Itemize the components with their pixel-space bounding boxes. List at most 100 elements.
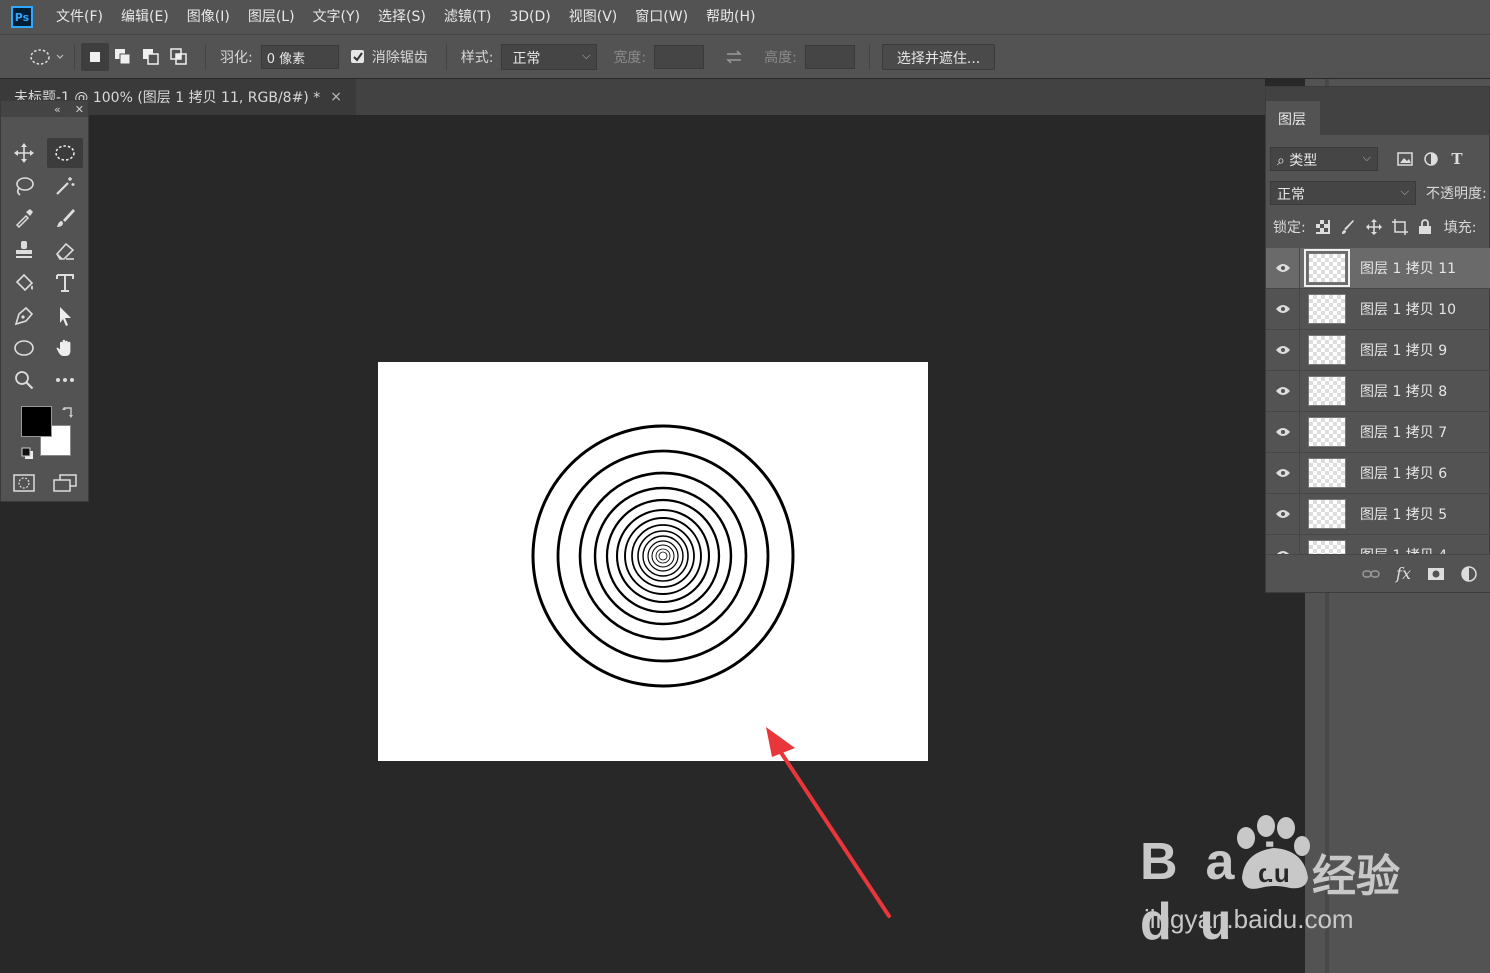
move-tool[interactable] [6,138,42,168]
brush-tool[interactable] [47,203,83,233]
menu-help[interactable]: 帮助(H) [697,0,764,34]
layer-thumbnail [1308,376,1346,406]
close-tab-icon[interactable]: × [330,89,342,105]
add-selection-button[interactable] [109,43,137,71]
screen-mode-button[interactable] [47,468,83,498]
clone-stamp-tool[interactable] [6,235,42,265]
default-colors-icon[interactable] [21,446,35,465]
quick-mask-button[interactable] [6,468,42,498]
antialias-label: 消除锯齿 [371,49,428,66]
zoom-tool[interactable] [6,365,42,395]
type-filter-icon[interactable]: T [1444,145,1470,173]
eyedropper-icon [15,209,33,229]
menu-layer[interactable]: 图层(L) [239,0,304,34]
new-selection-button[interactable] [81,42,109,71]
chevron-down-icon: ⌵ [1400,185,1409,198]
feather-input[interactable]: 0 像素 [260,44,339,69]
chevron-down-icon: ⌵ [582,48,591,62]
visibility-eye-icon[interactable] [1266,411,1300,453]
layer-row[interactable]: 图层 1 拷贝 4 [1266,534,1490,555]
tools-panel-header[interactable]: « ✕ [1,101,88,117]
visibility-eye-icon[interactable] [1266,534,1300,555]
collapse-icon[interactable]: « [54,103,61,116]
visibility-eye-icon[interactable] [1266,370,1300,412]
eraser-tool[interactable] [47,235,83,265]
paint-bucket-tool[interactable] [6,268,42,298]
lock-all-icon[interactable] [1418,219,1432,235]
layer-row[interactable]: 图层 1 拷贝 6 [1266,452,1490,494]
style-select[interactable]: 正常 ⌵ [501,43,598,70]
layer-thumbnail [1308,335,1346,365]
lock-brush-icon[interactable] [1340,219,1356,235]
layer-thumbnail [1308,294,1346,324]
lock-transparent-icon[interactable] [1315,220,1330,234]
lasso-tool[interactable] [6,171,42,201]
layer-name: 图层 1 拷贝 5 [1360,507,1448,523]
visibility-eye-icon[interactable] [1266,493,1300,535]
layer-row[interactable]: 图层 1 拷贝 5 [1266,493,1490,535]
filter-pixel-button[interactable] [1392,145,1418,173]
eyedropper-tool[interactable] [6,203,42,233]
swap-colors-icon[interactable] [61,405,75,424]
circle-ring [655,548,671,564]
lock-move-icon[interactable] [1365,219,1382,235]
adjustment-layer-icon[interactable] [1461,565,1477,582]
magic-wand-tool[interactable] [47,171,83,201]
layer-thumbnail [1308,458,1346,488]
layer-row[interactable]: 图层 1 拷贝 10 [1266,288,1490,330]
close-icon[interactable]: ✕ [75,103,84,116]
filter-adjustment-button[interactable] [1418,145,1444,173]
circle-ring [531,424,795,688]
swap-width-height-button[interactable] [720,43,748,71]
divider [205,43,206,70]
ellipse-tool[interactable] [6,333,42,363]
layer-row[interactable]: 图层 1 拷贝 7 [1266,411,1490,453]
visibility-eye-icon[interactable] [1266,329,1300,371]
fx-icon[interactable]: fx [1396,564,1411,583]
add-selection-icon [115,48,131,64]
concentric-circles-artwork [531,424,795,688]
lock-artboard-icon[interactable] [1391,219,1408,235]
height-input[interactable] [804,44,855,69]
menu-select[interactable]: 选择(S) [369,0,435,34]
menu-file[interactable]: 文件(F) [47,0,112,34]
lasso-icon [16,177,34,196]
layer-row[interactable]: 图层 1 拷贝 8 [1266,370,1490,412]
more-tools-button[interactable] [47,365,83,395]
menu-view[interactable]: 视图(V) [560,0,627,34]
tool-preset-picker[interactable] [22,43,68,71]
quick-mask-icon [13,474,35,492]
layer-mask-icon[interactable] [1427,567,1445,581]
visibility-eye-icon[interactable] [1266,288,1300,330]
width-input[interactable] [654,44,705,69]
document-canvas[interactable] [378,362,928,761]
select-and-mask-button[interactable]: 选择并遮住... [881,43,996,70]
menu-3d[interactable]: 3D(D) [500,0,559,34]
screen-mode-icon [53,474,77,492]
layer-row[interactable]: 图层 1 拷贝 11 [1266,248,1490,289]
tab-layers[interactable]: 图层 [1266,101,1320,135]
visibility-eye-icon[interactable] [1266,452,1300,494]
menu-image[interactable]: 图像(I) [178,0,239,34]
layer-filter-select[interactable]: ⌕ 类型 ⌵ [1270,147,1378,171]
path-selection-tool[interactable] [47,301,83,331]
link-layers-icon[interactable] [1362,569,1380,579]
antialias-checkbox[interactable] [350,50,364,63]
visibility-eye-icon[interactable] [1266,248,1300,289]
elliptical-marquee-tool[interactable] [47,138,83,168]
pen-tool[interactable] [6,301,42,331]
menu-edit[interactable]: 编辑(E) [112,0,178,34]
hand-tool[interactable] [47,333,83,363]
menu-type[interactable]: 文字(Y) [304,0,369,34]
feather-label: 羽化: [220,49,253,66]
intersect-selection-button[interactable] [165,43,193,71]
blend-mode-select[interactable]: 正常 ⌵ [1270,181,1416,205]
layer-row[interactable]: 图层 1 拷贝 9 [1266,329,1490,371]
menu-window[interactable]: 窗口(W) [626,0,697,34]
subtract-selection-button[interactable] [137,43,165,71]
circle-ring [578,471,748,641]
foreground-color-swatch[interactable] [21,406,52,437]
type-tool[interactable] [47,268,83,298]
menu-filter[interactable]: 滤镜(T) [435,0,500,34]
eraser-icon [56,242,75,260]
